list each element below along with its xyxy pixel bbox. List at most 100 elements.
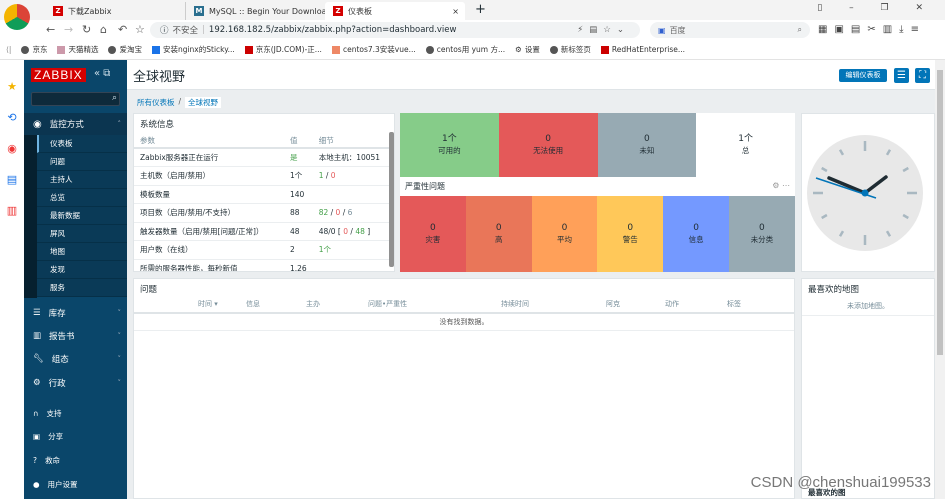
pdf-icon[interactable]: ▥ xyxy=(6,205,18,217)
host-availability-cell[interactable]: 0 未知 xyxy=(597,113,697,177)
breadcrumb-all-dashboards[interactable]: 所有仪表板 xyxy=(137,97,175,108)
sidebar-item-latest-data[interactable]: 最新数据 xyxy=(37,207,127,225)
menu-monitoring[interactable]: ◉ 监控方式 ˄ xyxy=(24,113,127,135)
count: 0 xyxy=(759,223,765,233)
menu-configuration[interactable]: 🔧︎ 组态 ˅ xyxy=(24,348,127,370)
menu-icon[interactable]: ☰ xyxy=(894,68,909,83)
undo-icon[interactable]: ↶ xyxy=(118,23,127,36)
sidebar-item-dashboard[interactable]: 仪表板 xyxy=(37,135,127,153)
bookmark[interactable]: ⚙ 设置 xyxy=(515,44,540,55)
chevron-down-icon: ˅ xyxy=(117,355,122,363)
zabbix-favicon-icon: Z xyxy=(53,6,63,16)
column-actions[interactable]: 动作 xyxy=(665,299,679,309)
menu-share[interactable]: ▣ 分享 xyxy=(24,425,127,447)
zabbix-favicon-icon: Z xyxy=(333,6,343,16)
zabbix-logo[interactable]: ZABBIX xyxy=(31,68,86,82)
new-tab-button[interactable]: + xyxy=(475,2,486,17)
severity-cell[interactable]: 0 未分类 xyxy=(729,196,795,272)
severity-cell[interactable]: 0高 xyxy=(465,196,532,272)
breadcrumb-current[interactable]: 全球视野 xyxy=(185,97,222,108)
table-row: 触发器数量（启用/禁用[问题/正常]） 48 48/0 [ 0 / 48 ] xyxy=(134,222,394,241)
sidebar-search-input[interactable]: ⌕ xyxy=(31,92,120,106)
sidebar-item-problems[interactable]: 问题 xyxy=(37,153,127,171)
sidebar-item-screens[interactable]: 屏风 xyxy=(37,225,127,243)
sidebar-item-overview[interactable]: 总览 xyxy=(37,189,127,207)
favorite-maps-widget: 最喜欢的地图 未添加地图。 最喜欢的图 xyxy=(801,278,935,499)
bookmark[interactable]: 京东 xyxy=(21,44,47,55)
severity-cell[interactable]: 0 灾害 xyxy=(400,196,466,272)
search-input[interactable]: ▣ 百度 ⌕ xyxy=(650,22,810,38)
widget-scrollbar[interactable] xyxy=(389,132,394,267)
column-info[interactable]: 信息 xyxy=(246,299,260,309)
column-host[interactable]: 主办 xyxy=(306,299,320,309)
label: 信息 xyxy=(688,235,704,244)
table-row: 模板数量 140 xyxy=(134,185,394,204)
clock-icon xyxy=(807,135,923,251)
headset-icon: ∩ xyxy=(33,408,39,418)
collapse-sidebar-icon[interactable]: « ⧉ xyxy=(94,68,110,79)
history-icon[interactable]: ⟲ xyxy=(6,112,18,124)
menu-support[interactable]: ∩ 支持 xyxy=(24,402,127,424)
menu-user-settings[interactable]: ● 用户设置 xyxy=(24,473,127,495)
column-problem-severity[interactable]: 问题•严重性 xyxy=(368,299,407,309)
search-icon[interactable]: ⌕ xyxy=(798,25,802,35)
severity-cell[interactable]: 0 警告 xyxy=(597,196,664,272)
edit-dashboard-button[interactable]: 编辑仪表板 xyxy=(839,69,887,82)
watermark: CSDN @chenshuai199533 xyxy=(750,474,931,491)
bookmark[interactable]: centos用 yum 方... xyxy=(425,44,505,55)
card-icon[interactable]: ▤ xyxy=(6,174,18,186)
menu-inventory[interactable]: ☰ 库存 ˅ xyxy=(24,302,127,324)
search-icon[interactable]: ⌕ xyxy=(112,93,117,103)
home-icon[interactable]: ⌂ xyxy=(100,23,107,36)
host-availability-cell[interactable]: 1个总 xyxy=(696,113,795,177)
bookmark[interactable]: 天猫精选 xyxy=(57,44,98,55)
url-actions-icons[interactable]: ⚡▤☆⌄ xyxy=(577,25,630,35)
severity-cell[interactable]: 0 信息 xyxy=(663,196,729,272)
column-tags[interactable]: 标签 xyxy=(727,299,741,309)
window-controls[interactable]: ▯ – ❐ ✕ xyxy=(817,3,935,13)
tab-dashboard[interactable]: Z 仪表板 × xyxy=(325,2,465,20)
menu-help[interactable]: ? 救命 xyxy=(24,449,127,471)
severity-cell[interactable]: 0 平均 xyxy=(531,196,598,272)
bookmark[interactable]: RedHatEnterprise... xyxy=(600,45,685,54)
reload-icon[interactable]: ↻ xyxy=(82,23,91,36)
forward-icon[interactable]: → xyxy=(64,23,73,36)
favorites-star-icon[interactable]: ★ xyxy=(6,81,18,93)
table-row: 项目数（启用/禁用/不支持） 88 82 / 0 / 6 xyxy=(134,203,394,223)
page-scrollbar[interactable] xyxy=(935,60,945,499)
menu-administration[interactable]: ⚙ 行政 ˅ xyxy=(24,372,127,394)
fullscreen-icon[interactable]: ⛶ xyxy=(915,68,930,83)
clock-widget xyxy=(801,113,935,272)
page-header: 全球视野 编辑仪表板 ☰ ⛶ xyxy=(127,60,935,90)
sidebar-item-discovery[interactable]: 发现 xyxy=(37,261,127,279)
column-time[interactable]: 时间 ▾ xyxy=(198,299,218,309)
column-duration[interactable]: 持续时间 xyxy=(501,299,529,309)
gear-more-icons[interactable]: ⚙ ⋯ xyxy=(772,181,790,190)
sidebar-item-services[interactable]: 服务 xyxy=(37,279,127,297)
menu-reports[interactable]: ▥ 报告书 ˅ xyxy=(24,325,127,347)
bookmark[interactable]: 京东(JD.COM)-正... xyxy=(244,44,322,55)
tab-download-zabbix[interactable]: Z 下载Zabbix xyxy=(45,2,165,20)
gear-icon: ⚙ xyxy=(33,378,41,388)
host-availability-cell[interactable]: 0 无法使用 xyxy=(498,113,598,177)
url-input[interactable]: ⓘ 不安全 | 192.168.182.5/zabbix/zabbix.php?a… xyxy=(150,22,640,38)
column-ack[interactable]: 阿克 xyxy=(606,299,620,309)
host-availability-cell[interactable]: 1个 可用的 xyxy=(400,113,499,177)
sidebar-toggle-icon[interactable]: ⟨| xyxy=(6,45,11,54)
sidebar-item-maps[interactable]: 地图 xyxy=(37,243,127,261)
weibo-icon[interactable]: ◉ xyxy=(6,143,18,155)
count: 0 xyxy=(644,134,650,144)
problems-table-header: 时间 ▾ 信息 主办 问题•严重性 持续时间 阿克 动作 标签 xyxy=(134,299,794,314)
bookmark[interactable]: 新标签页 xyxy=(549,44,591,55)
browser-logo-icon xyxy=(4,4,30,30)
tab-mysql[interactable]: M MySQL :: Begin Your Download xyxy=(185,2,335,20)
bookmark[interactable]: centos7.3安装vue... xyxy=(331,44,416,55)
sidebar-item-hosts[interactable]: 主持人 xyxy=(37,171,127,189)
back-icon[interactable]: ← xyxy=(46,23,55,36)
star-icon[interactable]: ☆ xyxy=(135,23,145,36)
address-bar: ← → ↻ ⌂ ↶ ☆ ⓘ 不安全 | 192.168.182.5/zabbix/… xyxy=(0,20,945,40)
extension-icons[interactable]: ▦▣▤✂▥⤓≡ xyxy=(818,24,926,35)
bookmark[interactable]: 爱淘宝 xyxy=(108,44,142,55)
bookmark[interactable]: 安装nginx的Sticky... xyxy=(151,44,235,55)
close-tab-icon[interactable]: × xyxy=(452,7,459,16)
